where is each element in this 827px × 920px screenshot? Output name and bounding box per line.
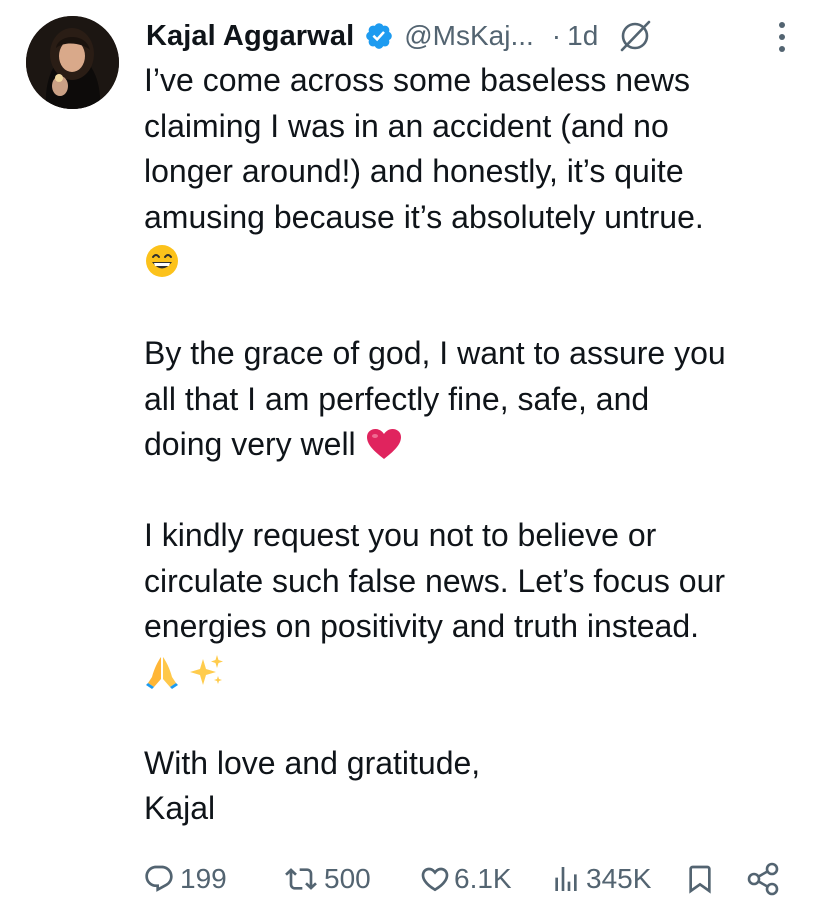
repost-icon [285, 868, 317, 890]
folded-hands-emoji [146, 656, 178, 689]
red-heart-emoji [366, 429, 401, 459]
repost-button[interactable]: 500 [280, 858, 371, 900]
tweet-line: With love and gratitude, [144, 744, 481, 781]
verified-badge-icon [366, 23, 393, 49]
tweet-line: I kindly request you not to believe or [144, 517, 657, 553]
share-button[interactable] [746, 858, 780, 900]
emoji-line [144, 650, 804, 696]
author-name[interactable]: Kajal Aggarwal [146, 20, 354, 53]
tweet-line: I’ve come across some baseless news [144, 62, 690, 98]
avatar-photo [26, 16, 119, 109]
sparkles-emoji [189, 654, 223, 685]
tweet-line: energies on positivity and truth instead… [144, 608, 699, 644]
tweet-line: amusing because it’s absolutely untrue. [144, 198, 704, 235]
timestamp[interactable]: 1d [567, 20, 598, 52]
views-icon [555, 867, 577, 891]
reply-count: 199 [180, 863, 227, 894]
reply-icon [145, 865, 173, 892]
bookmark-button[interactable] [684, 858, 716, 900]
repost-count: 500 [324, 863, 371, 894]
tweet-line-text: doing very well [144, 426, 356, 462]
share-icon [747, 862, 779, 896]
reply-button[interactable]: 199 [142, 858, 227, 900]
heart-icon [421, 867, 449, 892]
grok-icon[interactable] [616, 17, 654, 55]
tweet-line: By the grace of god, I want to assure yo… [144, 335, 726, 371]
views-count: 345K [586, 863, 652, 894]
separator-dot: · [551, 20, 562, 51]
tweet-line: longer around!) and honestly, it’s quite [144, 153, 684, 189]
like-button[interactable]: 6.1K [418, 858, 512, 900]
more-options-icon[interactable] [777, 20, 787, 54]
tweet-line: all that I am perfectly fine, safe, and [144, 380, 650, 417]
avatar[interactable] [26, 16, 119, 109]
grinning-face-emoji [146, 245, 178, 277]
tweet-header: Kajal Aggarwal @MsKaj... · 1d [146, 14, 827, 58]
author-handle[interactable]: @MsKaj... [404, 20, 534, 52]
tweet-text: I’ve come across some baseless news clai… [144, 58, 804, 832]
tweet-line: Kajal [144, 790, 216, 826]
tweet-line: claiming I was in an accident (and no [144, 107, 669, 144]
tweet-line: doing very well [144, 422, 804, 468]
action-bar: 199 500 6.1K 345K [142, 858, 792, 900]
tweet-line: circulate such false news. Let’s focus o… [144, 562, 726, 599]
emoji-line [144, 240, 804, 286]
like-count: 6.1K [454, 863, 512, 894]
views-button[interactable]: 345K [550, 858, 651, 900]
bookmark-icon [689, 865, 711, 894]
